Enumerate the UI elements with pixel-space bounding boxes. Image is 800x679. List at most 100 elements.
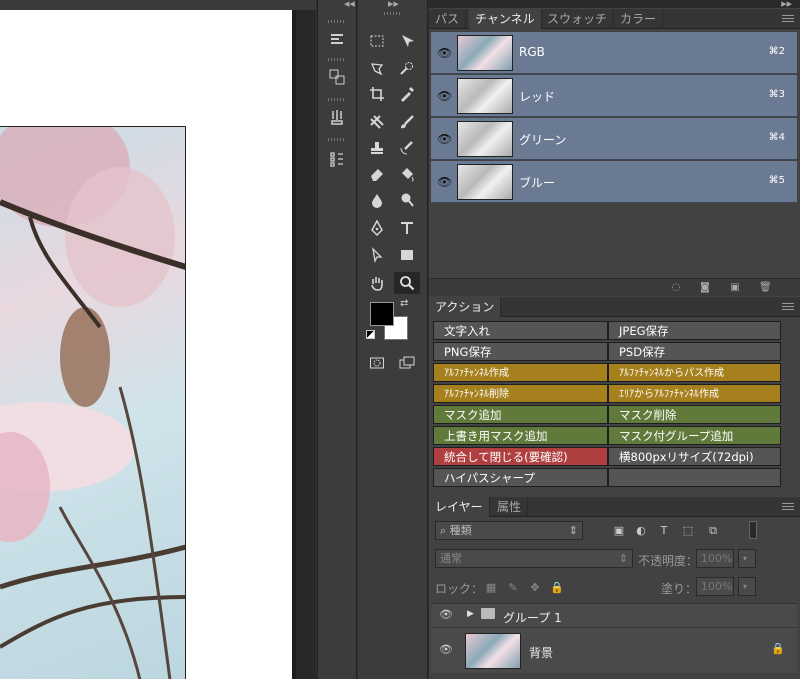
paint-bucket-tool-icon[interactable] (394, 163, 420, 185)
action-button[interactable]: 統合して閉じる(要確認) (433, 447, 608, 466)
layer-row-background[interactable]: 👁 背景 🔒 (431, 627, 797, 673)
marquee-tool-icon[interactable] (364, 30, 390, 52)
brush-settings-icon[interactable] (324, 26, 350, 52)
action-button[interactable]: 上書き用マスク追加 (433, 426, 608, 445)
layer-filter-select[interactable]: ⌕ 種類 ⇕ (435, 521, 583, 540)
eye-icon[interactable]: 👁 (439, 643, 453, 656)
shape-filter-icon[interactable]: ⬚ (681, 524, 695, 538)
collapse-chevron-icon[interactable]: ▶▶ (388, 0, 399, 8)
channel-row-blue[interactable]: 👁 ブルー ⌘5 (431, 161, 797, 203)
healing-brush-tool-icon[interactable] (364, 111, 390, 133)
new-channel-icon[interactable]: ▣ (729, 282, 741, 294)
action-button[interactable]: ｱﾙﾌｧﾁｬﾝﾈﾙからパス作成 (608, 363, 781, 382)
eye-icon[interactable]: 👁 (439, 608, 453, 621)
image-filter-icon[interactable]: ▣ (612, 524, 626, 538)
tab-paths[interactable]: パス (429, 9, 467, 29)
clone-source-icon[interactable] (324, 64, 350, 90)
pen-tool-icon[interactable] (364, 217, 390, 239)
eye-icon[interactable]: 👁 (437, 89, 452, 103)
hand-tool-icon[interactable] (364, 272, 390, 294)
lock-position-icon[interactable]: ✥ (528, 581, 542, 595)
crop-tool-icon[interactable] (364, 83, 390, 105)
action-button[interactable]: マスク追加 (433, 405, 608, 424)
opacity-field[interactable]: 100% (696, 549, 734, 568)
grip-icon[interactable] (328, 138, 346, 141)
eye-icon[interactable]: 👁 (437, 46, 452, 60)
action-button[interactable]: ｴﾘｱからｱﾙﾌｧﾁｬﾝﾈﾙ作成 (608, 384, 781, 403)
tab-layers[interactable]: レイヤー (429, 497, 490, 517)
layer-row-group[interactable]: 👁 ▶ グループ 1 (431, 603, 797, 627)
tab-actions[interactable]: アクション (429, 297, 502, 317)
trash-icon[interactable]: 🗑 (759, 282, 772, 294)
lock-transparent-icon[interactable]: ▦ (484, 581, 498, 595)
action-button[interactable]: マスク付グループ追加 (608, 426, 781, 445)
blur-tool-icon[interactable] (364, 189, 390, 211)
eyedropper-tool-icon[interactable] (394, 83, 420, 105)
lock-pixels-icon[interactable]: ✎ (506, 581, 520, 595)
action-button[interactable]: ｱﾙﾌｧﾁｬﾝﾈﾙ削除 (433, 384, 608, 403)
dodge-tool-icon[interactable] (394, 189, 420, 211)
channel-name: グリーン (519, 133, 567, 147)
opacity-label: 不透明度： (638, 554, 699, 568)
action-button[interactable]: PSD保存 (608, 342, 781, 361)
collapse-chevron-icon[interactable]: ▶▶ (781, 0, 792, 8)
fill-field[interactable]: 100% (696, 577, 734, 596)
tab-color[interactable]: カラー (614, 9, 664, 29)
foreground-color-swatch[interactable] (370, 302, 394, 326)
fill-dropdown-icon[interactable]: ▾ (738, 577, 756, 596)
action-button[interactable]: ハイパスシャープ (433, 468, 608, 487)
action-button[interactable]: 横800pxリサイズ(72dpi) (608, 447, 781, 466)
screen-mode-icon[interactable] (394, 352, 420, 374)
filter-toggle-switch[interactable] (749, 521, 757, 539)
opacity-dropdown-icon[interactable]: ▾ (738, 549, 756, 568)
action-button[interactable]: ｱﾙﾌｧﾁｬﾝﾈﾙ作成 (433, 363, 608, 382)
tool-presets-icon[interactable] (324, 104, 350, 130)
panel-menu-icon[interactable] (782, 503, 794, 511)
blend-mode-label: 通常 (440, 552, 462, 565)
path-selection-tool-icon[interactable] (364, 244, 390, 266)
eye-icon[interactable]: 👁 (437, 175, 452, 189)
expand-triangle-icon[interactable]: ▶ (467, 609, 474, 619)
tab-channels[interactable]: チャンネル (469, 9, 542, 29)
tab-swatches[interactable]: スウォッチ (541, 9, 615, 29)
magnolia-photo[interactable] (0, 126, 186, 679)
channel-row-green[interactable]: 👁 グリーン ⌘4 (431, 118, 797, 160)
action-button[interactable]: PNG保存 (433, 342, 608, 361)
adjustment-filter-icon[interactable]: ◐ (634, 524, 648, 538)
channel-row-red[interactable]: 👁 レッド ⌘3 (431, 75, 797, 117)
quick-mask-icon[interactable] (364, 352, 390, 374)
panel-menu-icon[interactable] (782, 15, 794, 23)
action-button[interactable] (608, 468, 781, 487)
quick-selection-tool-icon[interactable] (394, 57, 420, 79)
grip-icon[interactable] (328, 20, 346, 23)
smart-object-filter-icon[interactable]: ⧉ (706, 524, 720, 538)
channel-row-rgb[interactable]: 👁 RGB ⌘2 (431, 32, 797, 74)
save-selection-icon[interactable]: ◙ (699, 282, 711, 294)
swap-colors-icon[interactable]: ⇄ (400, 298, 408, 309)
grip-icon[interactable] (328, 58, 346, 61)
action-button[interactable]: 文字入れ (433, 321, 608, 340)
zoom-tool-icon[interactable] (394, 272, 420, 294)
brush-tool-icon[interactable] (394, 111, 420, 133)
history-brush-tool-icon[interactable] (394, 137, 420, 159)
eraser-tool-icon[interactable] (364, 163, 390, 185)
move-tool-icon[interactable] (394, 30, 420, 52)
lasso-tool-icon[interactable] (364, 57, 390, 79)
default-colors-icon[interactable] (366, 330, 375, 339)
eye-icon[interactable]: 👁 (437, 132, 452, 146)
grip-icon[interactable] (384, 12, 402, 15)
blend-mode-select[interactable]: 通常 ⇕ (435, 549, 633, 568)
history-icon[interactable] (324, 146, 350, 172)
action-button[interactable]: マスク削除 (608, 405, 781, 424)
panel-menu-icon[interactable] (782, 303, 794, 311)
action-button[interactable]: JPEG保存 (608, 321, 781, 340)
grip-icon[interactable] (328, 98, 346, 101)
clone-stamp-tool-icon[interactable] (364, 137, 390, 159)
tab-properties[interactable]: 属性 (491, 497, 529, 517)
rectangle-tool-icon[interactable] (394, 244, 420, 266)
type-tool-icon[interactable] (394, 217, 420, 239)
lock-all-icon[interactable]: 🔒 (550, 581, 564, 595)
collapse-chevron-icon[interactable]: ◀◀ (344, 0, 355, 8)
type-filter-icon[interactable]: T (657, 524, 671, 538)
load-selection-icon[interactable]: ◌ (670, 282, 682, 294)
